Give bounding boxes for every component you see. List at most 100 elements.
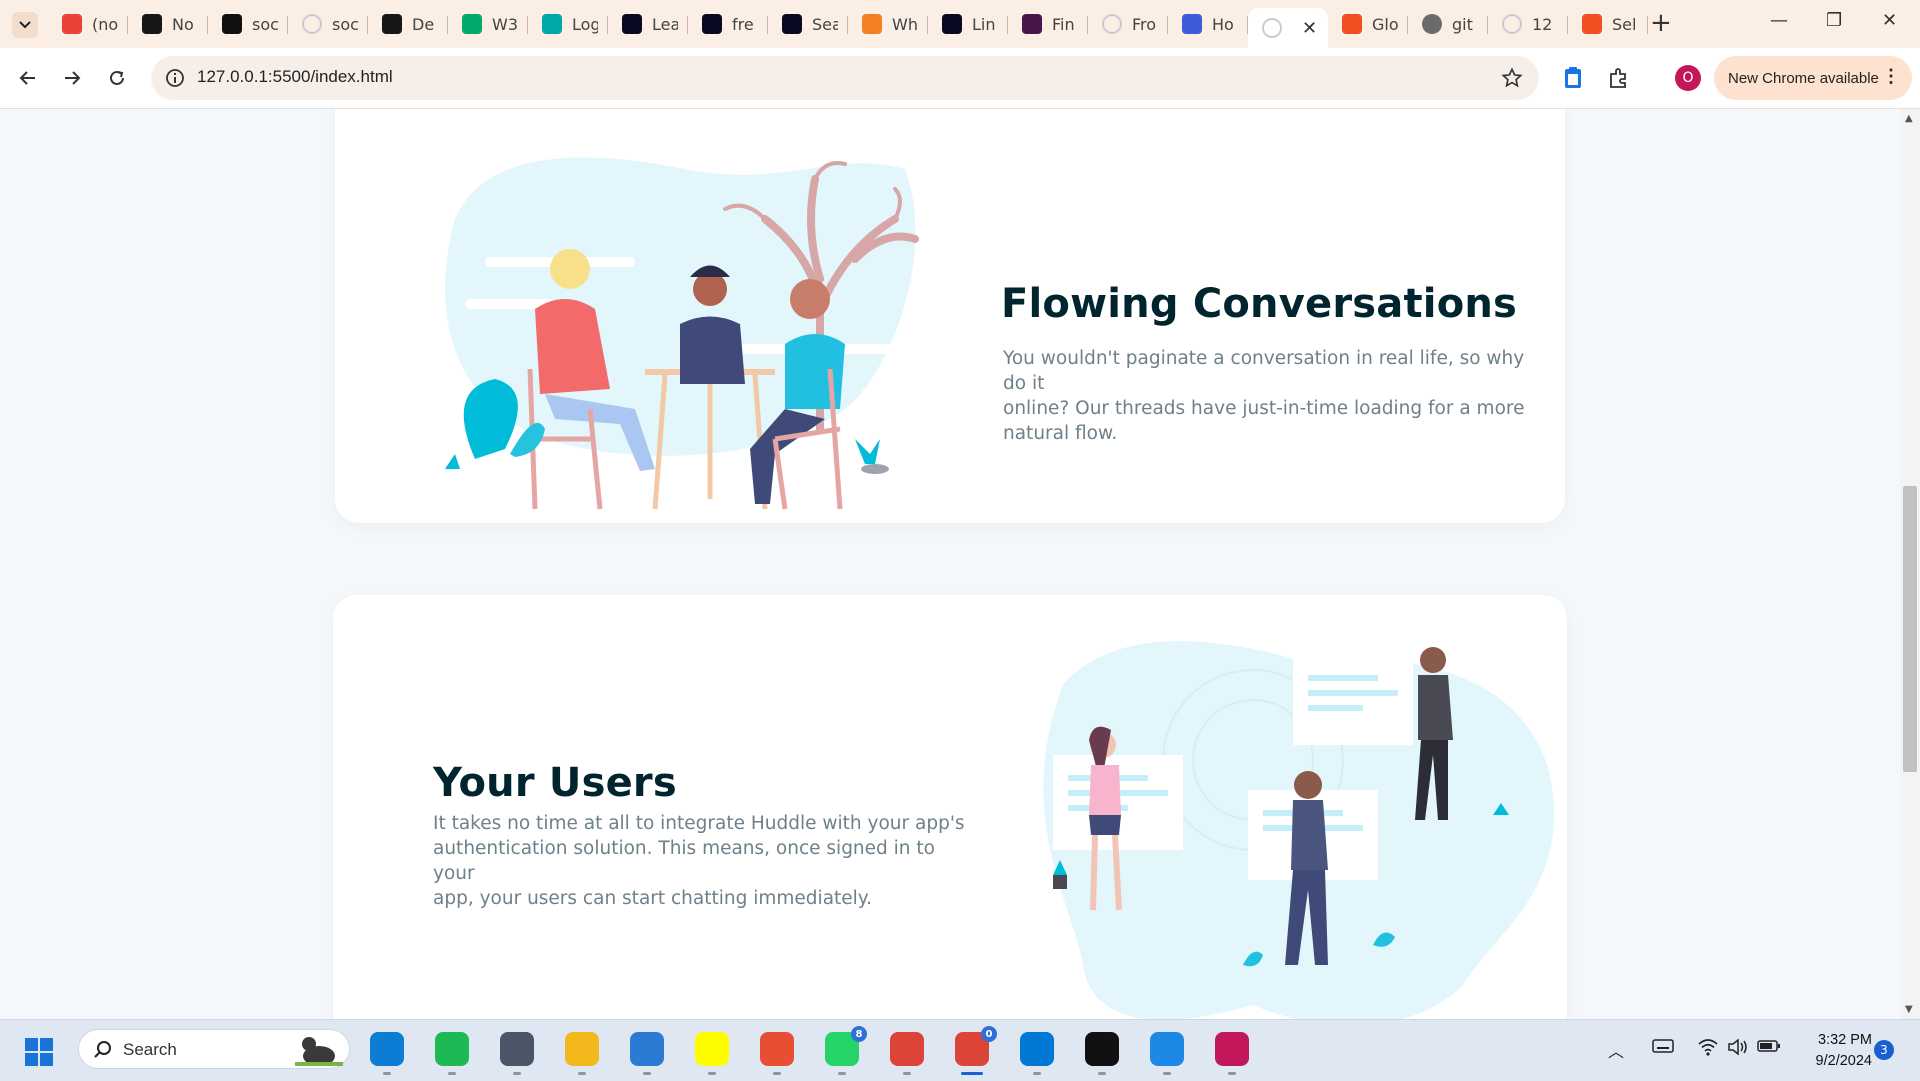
- tab-title: Ho: [1212, 14, 1234, 34]
- browser-tab[interactable]: Lin: [928, 8, 1008, 40]
- chrome-profile-icon[interactable]: [890, 1032, 924, 1075]
- browser-tab[interactable]: No: [128, 8, 208, 40]
- battery-icon[interactable]: [1757, 1038, 1781, 1054]
- browser-tab[interactable]: Fro: [1088, 8, 1168, 40]
- feature-heading-users: Your Users: [433, 760, 677, 806]
- volume-icon[interactable]: [1727, 1038, 1749, 1056]
- extensions-icon[interactable]: [1607, 66, 1631, 90]
- snipping-tool-icon[interactable]: [1215, 1032, 1249, 1075]
- chevron-up-icon[interactable]: ︿: [1608, 1038, 1624, 1062]
- browser-toolbar: 127.0.0.1:5500/index.html O New Chrome a…: [0, 48, 1920, 109]
- loading-icon: [302, 14, 322, 34]
- arrow-right-icon: [65, 71, 81, 85]
- profile-avatar[interactable]: O: [1675, 65, 1701, 91]
- browser-tab[interactable]: soc: [288, 8, 368, 40]
- address-bar[interactable]: 127.0.0.1:5500/index.html: [151, 56, 1539, 100]
- forward-button[interactable]: [59, 65, 85, 91]
- minimize-button[interactable]: —: [1770, 10, 1788, 31]
- body-line: It takes no time at all to integrate Hud…: [433, 813, 965, 834]
- microsoft-icon: [1582, 14, 1602, 34]
- edge-icon[interactable]: [370, 1032, 404, 1075]
- running-indicator: [513, 1072, 521, 1075]
- tab-title: W3: [492, 14, 518, 34]
- restore-button[interactable]: ❐: [1826, 10, 1842, 31]
- close-window-button[interactable]: ✕: [1882, 10, 1897, 31]
- taskbar-search[interactable]: Search: [78, 1029, 350, 1069]
- scroll-down-arrow[interactable]: ▼: [1905, 1004, 1913, 1015]
- tab-title: Fin: [1052, 14, 1075, 34]
- browser-tab[interactable]: fre: [688, 8, 768, 40]
- windows-taskbar: Search 8 0 ︿ 3:32 PM 9/2/2024 3: [0, 1019, 1920, 1081]
- running-indicator: [643, 1072, 651, 1075]
- search-label: Search: [123, 1040, 177, 1059]
- browser-tab[interactable]: W3: [448, 8, 528, 40]
- browser-tab[interactable]: Sel: [1568, 8, 1648, 40]
- appwrite-icon: [222, 14, 242, 34]
- chrome-update-button[interactable]: New Chrome available ⋮: [1714, 56, 1912, 100]
- browser-tab[interactable]: Log: [528, 8, 608, 40]
- clock-date: 9/2/2024: [1815, 1053, 1872, 1069]
- reload-icon: [110, 70, 124, 85]
- tab-search-button[interactable]: [12, 12, 38, 38]
- vscode-icon[interactable]: [1020, 1032, 1054, 1075]
- new-tab-button[interactable]: +: [1650, 10, 1672, 36]
- site-info-icon[interactable]: [165, 68, 185, 88]
- kebab-menu-icon[interactable]: ⋮: [1882, 66, 1900, 87]
- paint-icon[interactable]: [1150, 1032, 1184, 1075]
- spotify-icon[interactable]: [435, 1032, 469, 1075]
- git-icon[interactable]: [760, 1032, 794, 1075]
- tab-title: Lin: [972, 14, 996, 34]
- notification-badge[interactable]: 3: [1874, 1040, 1894, 1060]
- body-line: You wouldn't paginate a conversation in …: [1003, 348, 1525, 394]
- phone-link-icon[interactable]: [500, 1032, 534, 1075]
- browser-tab[interactable]: De: [368, 8, 448, 40]
- browser-tab[interactable]: Lea: [608, 8, 688, 40]
- freecodecamp-icon: [942, 14, 962, 34]
- gmail-icon: [62, 14, 82, 34]
- tab-title: Sea: [812, 14, 838, 34]
- browser-tab[interactable]: Wh: [848, 8, 928, 40]
- browser-tab[interactable]: Fin: [1008, 8, 1088, 40]
- tab-title: No: [172, 14, 194, 34]
- chrome-icon[interactable]: 0: [955, 1026, 997, 1075]
- reload-button[interactable]: [104, 65, 130, 91]
- clipboard-icon[interactable]: [1563, 66, 1583, 90]
- tab-title: (no: [92, 14, 118, 34]
- tab-title: Wh: [892, 14, 918, 34]
- page-scrollbar-thumb[interactable]: [1903, 486, 1917, 772]
- system-clock[interactable]: 3:32 PM 9/2/2024: [1792, 1030, 1872, 1072]
- back-button[interactable]: [15, 65, 41, 91]
- freecodecamp-icon: [622, 14, 642, 34]
- intellij-icon[interactable]: [1085, 1032, 1119, 1075]
- close-tab-icon[interactable]: ✕: [1302, 18, 1317, 39]
- loading-icon: [1102, 14, 1122, 34]
- scroll-up-arrow[interactable]: ▲: [1905, 113, 1913, 124]
- browser-tab[interactable]: Sea: [768, 8, 848, 40]
- browser-tab[interactable]: Ho: [1168, 8, 1248, 40]
- notepad-icon[interactable]: [630, 1032, 664, 1075]
- bookmark-star-icon[interactable]: [1501, 67, 1523, 89]
- url-text[interactable]: 127.0.0.1:5500/index.html: [197, 67, 393, 87]
- body-line: app, your users can start chatting immed…: [433, 888, 872, 909]
- file-explorer-icon[interactable]: [565, 1032, 599, 1075]
- wifi-icon[interactable]: [1697, 1038, 1719, 1056]
- tab-title: fre: [732, 14, 754, 34]
- windows-start-icon[interactable]: [25, 1038, 53, 1066]
- app-badge: 8: [851, 1026, 867, 1042]
- snapchat-icon[interactable]: [695, 1032, 729, 1075]
- flag-icon: [1182, 14, 1202, 34]
- browser-tab[interactable]: git: [1408, 8, 1488, 40]
- tab-title: Log: [572, 14, 598, 34]
- whatsapp-icon[interactable]: 8: [825, 1026, 867, 1075]
- chevron-down-icon: [19, 21, 31, 29]
- feature-card-users: Your Users It takes no time at all to in…: [333, 595, 1567, 1019]
- tab-separator: [1647, 16, 1648, 34]
- w3schools-icon: [462, 14, 482, 34]
- browser-tab[interactable]: 12: [1488, 8, 1568, 40]
- browser-tab[interactable]: Glo: [1328, 8, 1408, 40]
- keyboard-icon[interactable]: [1652, 1038, 1674, 1054]
- stackoverflow-icon: [862, 14, 882, 34]
- browser-tab[interactable]: soc: [208, 8, 288, 40]
- browser-tab[interactable]: ✕: [1248, 8, 1328, 48]
- browser-tab[interactable]: (no: [48, 8, 128, 40]
